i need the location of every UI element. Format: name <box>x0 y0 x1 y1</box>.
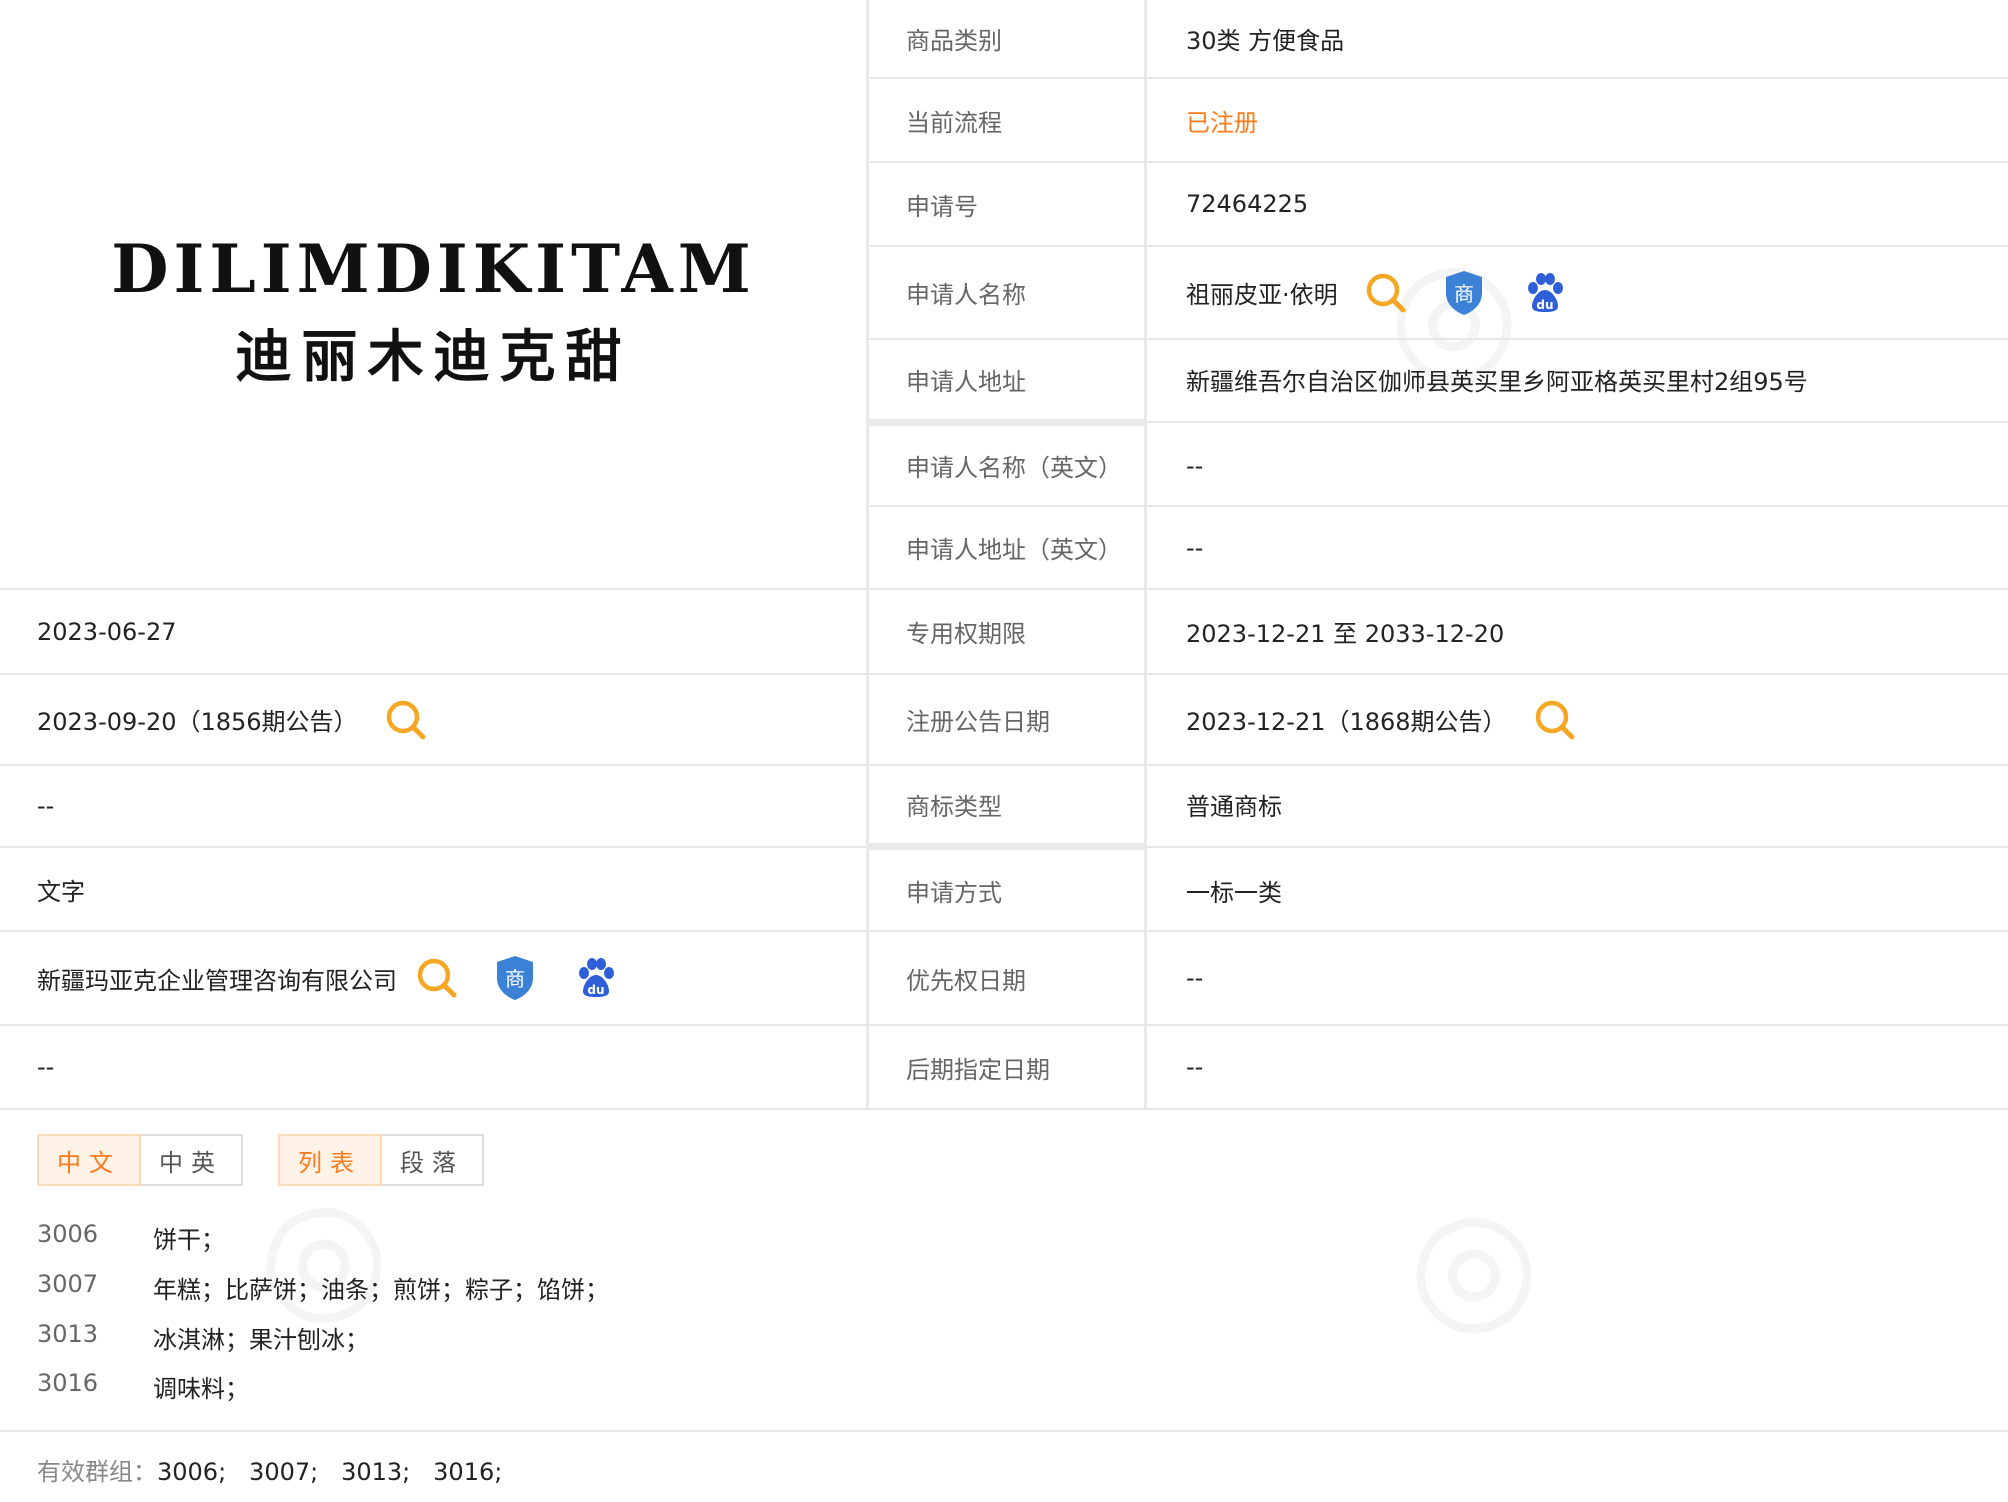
value-registration-announcement-row: 2023-12-21（1868期公告） <box>1186 675 1577 764</box>
goods-code: 3007 <box>37 1270 99 1298</box>
value-category: 30类 方便食品 <box>1186 27 1345 55</box>
label-trademark-type: 商标类型 <box>906 793 1002 821</box>
valid-groups-label: 有效群组： <box>37 1458 157 1486</box>
value-trademark-type: 普通商标 <box>1186 793 1282 821</box>
search-icon[interactable] <box>1364 271 1408 315</box>
language-toggle: 中文 中英 <box>37 1134 243 1186</box>
value-trademark-form: 文字 <box>37 877 85 906</box>
row-divider <box>0 1430 2008 1432</box>
valid-groups-value: 3006; 3007; 3013; 3016; <box>157 1458 503 1486</box>
list-item: 3006 饼干； <box>37 1220 225 1255</box>
list-item: 3013 冰淇淋；果汁刨冰； <box>37 1320 369 1355</box>
list-item: 3007 年糕；比萨饼；油条；煎饼；粽子；馅饼； <box>37 1270 609 1305</box>
shang-shield-icon[interactable]: 商 <box>1442 269 1486 317</box>
value-agency-row: 新疆玛亚克企业管理咨询有限公司 商 du <box>37 932 617 1024</box>
svg-text:du: du <box>1536 298 1553 312</box>
value-left-empty: -- <box>37 792 55 820</box>
label-later-designation-date: 后期指定日期 <box>906 1055 1050 1084</box>
baidu-paw-icon[interactable]: du <box>575 957 617 999</box>
label-application-method: 申请方式 <box>906 878 1002 907</box>
lang-button-zh-en[interactable]: 中英 <box>141 1134 243 1186</box>
label-exclusive-period: 专用权期限 <box>906 620 1026 648</box>
view-toggle: 列表 段落 <box>278 1134 484 1186</box>
value-exclusive-period: 2023-12-21 至 2033-12-20 <box>1186 620 1505 648</box>
value-status: 已注册 <box>1186 108 1258 137</box>
search-icon[interactable] <box>384 698 428 742</box>
value-registration-announcement-date: 2023-12-21（1868期公告） <box>1186 708 1507 736</box>
value-applicant-name-en: -- <box>1186 451 1204 480</box>
value-application-date: 2023-06-27 <box>37 617 177 646</box>
row-divider <box>0 1108 2008 1110</box>
label-priority-date: 优先权日期 <box>906 966 1026 995</box>
list-item: 3016 调味料； <box>37 1369 249 1404</box>
goods-name: 调味料； <box>153 1375 249 1403</box>
shang-shield-icon[interactable]: 商 <box>493 954 537 1002</box>
svg-text:du: du <box>587 983 604 997</box>
row-divider <box>869 419 1144 426</box>
value-applicant-address-en: -- <box>1186 533 1204 562</box>
label-application-number: 申请号 <box>906 192 978 221</box>
label-status: 当前流程 <box>906 108 1002 137</box>
watermark: ◎ <box>1357 1159 1574 1375</box>
value-agency-name: 新疆玛亚克企业管理咨询有限公司 <box>37 966 397 995</box>
lang-button-zh[interactable]: 中文 <box>37 1134 141 1186</box>
view-button-paragraph[interactable]: 段落 <box>382 1134 484 1186</box>
goods-code: 3016 <box>37 1369 99 1397</box>
row-divider <box>0 764 2008 766</box>
value-left-empty: -- <box>37 1053 55 1081</box>
search-icon[interactable] <box>1533 698 1577 742</box>
view-button-list[interactable]: 列表 <box>278 1134 382 1186</box>
svg-text:商: 商 <box>1454 282 1474 306</box>
column-divider <box>866 0 869 1110</box>
value-priority-date: -- <box>1186 964 1204 992</box>
label-applicant-name-en: 申请人名称（英文） <box>906 454 1122 482</box>
row-divider <box>869 843 1144 850</box>
valid-groups: 有效群组：3006; 3007; 3013; 3016; <box>37 1452 502 1487</box>
value-applicant-name: 祖丽皮亚·依明 <box>1186 281 1338 309</box>
value-later-designation-date: -- <box>1186 1053 1204 1081</box>
goods-code: 3006 <box>37 1220 99 1248</box>
row-divider <box>1147 846 2008 848</box>
label-registration-announcement-date: 注册公告日期 <box>906 708 1050 736</box>
goods-name: 饼干； <box>153 1226 225 1254</box>
label-applicant-name: 申请人名称 <box>906 281 1026 309</box>
trademark-name-zh: 迪丽木迪克甜 <box>235 325 632 390</box>
value-preliminary-announcement-row: 2023-09-20（1856期公告） <box>37 675 428 764</box>
column-divider <box>1144 0 1147 1110</box>
goods-code: 3013 <box>37 1320 99 1348</box>
search-icon[interactable] <box>415 956 459 1000</box>
label-category: 商品类别 <box>906 27 1002 55</box>
value-application-method: 一标一类 <box>1186 878 1282 907</box>
row-divider <box>1147 421 2008 423</box>
baidu-paw-icon[interactable]: du <box>1524 272 1566 314</box>
row-divider <box>869 77 2008 79</box>
row-divider <box>869 161 2008 163</box>
value-applicant-name-row: 祖丽皮亚·依明 商 du <box>1186 247 1566 338</box>
trademark-name-en: DILIMDIKITAM <box>111 230 756 308</box>
value-preliminary-announcement-date: 2023-09-20（1856期公告） <box>37 708 358 736</box>
value-applicant-address: 新疆维吾尔自治区伽师县英买里乡阿亚格英买里村2组95号 <box>1186 368 1808 396</box>
goods-name: 冰淇淋；果汁刨冰； <box>153 1326 369 1354</box>
value-application-number: 72464225 <box>1186 190 1309 218</box>
row-divider <box>0 846 866 848</box>
svg-text:商: 商 <box>505 967 525 991</box>
label-applicant-address: 申请人地址 <box>906 368 1026 396</box>
trademark-image: DILIMDIKITAM 迪丽木迪克甜 <box>0 0 867 588</box>
goods-name: 年糕；比萨饼；油条；煎饼；粽子；馅饼； <box>153 1276 609 1304</box>
label-applicant-address-en: 申请人地址（英文） <box>906 536 1122 564</box>
